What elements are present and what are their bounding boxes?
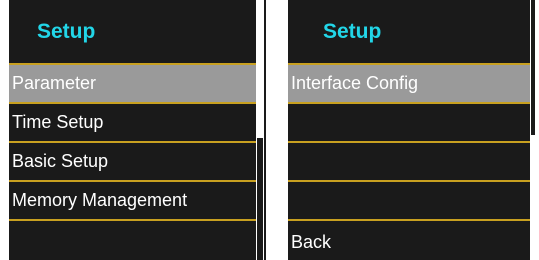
scrollbar-left[interactable] (257, 138, 263, 260)
menu-title: Setup (9, 0, 256, 65)
menu-item-memory-management[interactable]: Memory Management (9, 182, 256, 221)
menu-item-empty[interactable] (288, 182, 530, 221)
menu-item-parameter[interactable]: Parameter (9, 65, 256, 104)
menu-item-empty[interactable] (288, 143, 530, 182)
menu-item-interface-config[interactable]: Interface Config (288, 65, 530, 104)
back-menu-item[interactable]: Back (288, 221, 530, 258)
setup-menu-panel-right: Setup Interface Config Back (288, 0, 530, 260)
menu-item-time-setup[interactable]: Time Setup (9, 104, 256, 143)
panel-divider (264, 0, 266, 260)
menu-item-basic-setup[interactable]: Basic Setup (9, 143, 256, 182)
menu-item-empty[interactable] (9, 221, 256, 258)
menu-item-empty[interactable] (288, 104, 530, 143)
scrollbar-right[interactable] (531, 0, 535, 135)
menu-title: Setup (288, 0, 530, 65)
setup-menu-panel-left: Setup Parameter Time Setup Basic Setup M… (9, 0, 256, 260)
